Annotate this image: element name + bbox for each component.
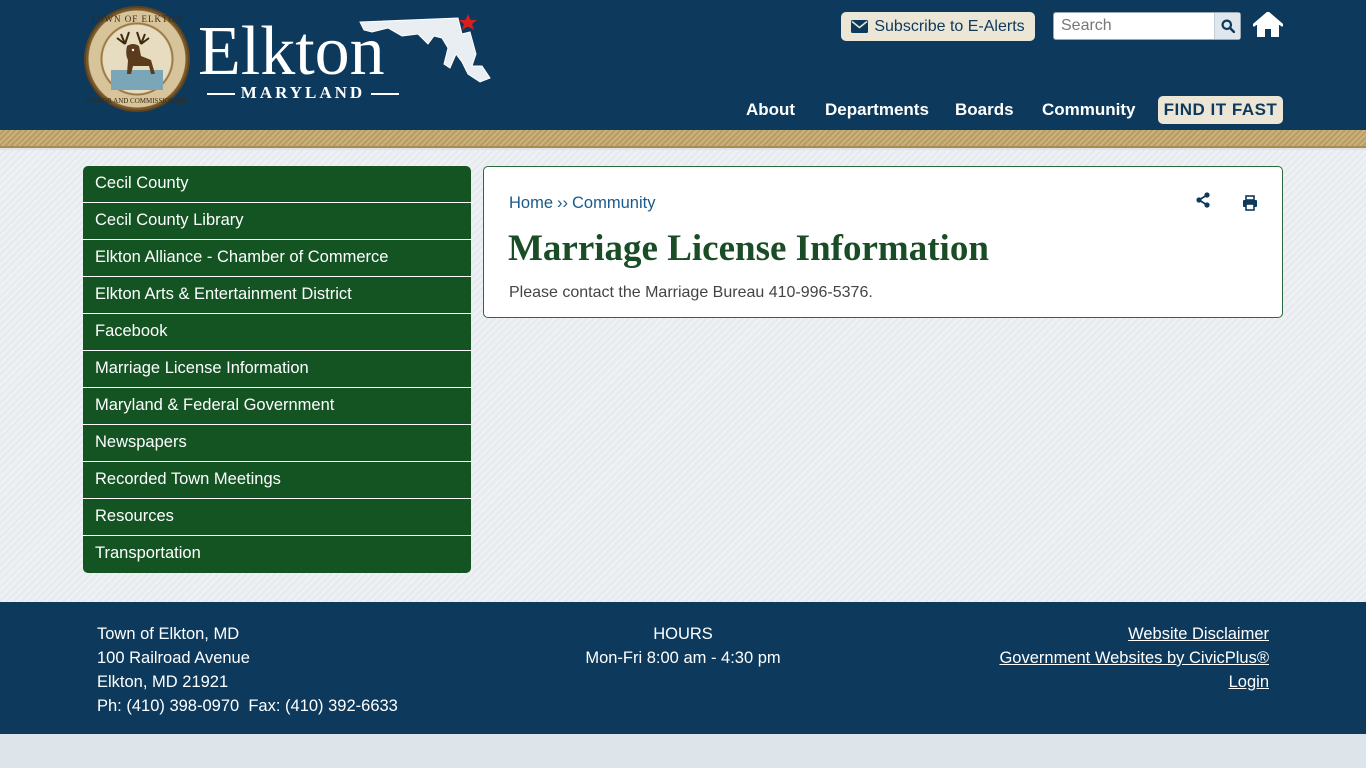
nav-departments[interactable]: Departments <box>825 96 929 124</box>
footer-hours: HOURS Mon-Fri 8:00 am - 4:30 pm <box>560 622 806 670</box>
sidebar-item-government[interactable]: Maryland & Federal Government <box>83 388 471 425</box>
breadcrumb-home[interactable]: Home <box>509 194 553 212</box>
site-footer: Town of Elkton, MD 100 Railroad Avenue E… <box>0 602 1366 734</box>
brand-name[interactable]: Elkton <box>198 12 385 92</box>
page-body-text: Please contact the Marriage Bureau 410-9… <box>509 284 873 301</box>
breadcrumb: Home ›› Community <box>509 194 655 213</box>
footer-address: Town of Elkton, MD 100 Railroad Avenue E… <box>97 622 398 718</box>
search-button[interactable] <box>1214 13 1240 39</box>
footer-hours-title: HOURS <box>653 625 713 643</box>
footer-hours-value: Mon-Fri 8:00 am - 4:30 pm <box>585 649 781 667</box>
print-icon[interactable] <box>1242 195 1258 211</box>
sidebar-item-cecil-county-library[interactable]: Cecil County Library <box>83 203 471 240</box>
search-input[interactable] <box>1054 13 1214 39</box>
footer-link-disclaimer[interactable]: Website Disclaimer <box>999 622 1269 646</box>
elk-icon <box>111 31 163 90</box>
brand-subtitle-text: MARYLAND <box>240 83 366 102</box>
envelope-icon <box>851 20 869 33</box>
footer-phone-fax: Ph: (410) 398-0970 Fax: (410) 392-6633 <box>97 697 398 715</box>
breadcrumb-separator: ›› <box>557 194 569 212</box>
header-stripe <box>0 130 1366 148</box>
sidebar-item-cecil-county[interactable]: Cecil County <box>83 166 471 203</box>
find-it-fast-button[interactable]: FIND IT FAST <box>1158 96 1283 124</box>
share-icon[interactable] <box>1195 192 1211 208</box>
nav-boards[interactable]: Boards <box>955 96 1014 124</box>
nav-about[interactable]: About <box>746 96 795 124</box>
footer-link-civicplus[interactable]: Government Websites by CivicPlus® <box>999 646 1269 670</box>
footer-city: Elkton, MD 21921 <box>97 673 229 691</box>
footer-links: Website Disclaimer Government Websites b… <box>999 622 1269 694</box>
site-header: TOWN OF ELKTON MAYOR AND COMMISSIONERS E… <box>0 0 1366 130</box>
home-icon[interactable] <box>1253 12 1283 38</box>
sidebar-item-marriage-license[interactable]: Marriage License Information <box>83 351 471 388</box>
sidebar-item-transportation[interactable]: Transportation <box>83 536 471 573</box>
bottom-band <box>0 734 1366 768</box>
search-icon <box>1221 19 1235 33</box>
seal-text-top: TOWN OF ELKTON <box>90 14 184 24</box>
subscribe-button[interactable]: Subscribe to E-Alerts <box>841 12 1035 41</box>
sidebar-item-town-meetings[interactable]: Recorded Town Meetings <box>83 462 471 499</box>
seal-text-bottom: MAYOR AND COMMISSIONERS <box>86 97 188 105</box>
town-seal-logo[interactable]: TOWN OF ELKTON MAYOR AND COMMISSIONERS <box>84 6 190 112</box>
footer-town-name: Town of Elkton, MD <box>97 625 240 643</box>
sidebar-item-elkton-alliance[interactable]: Elkton Alliance - Chamber of Commerce <box>83 240 471 277</box>
brand-subtitle: MARYLAND <box>200 83 406 103</box>
content-card: Home ›› Community Marriage License Informa… <box>483 166 1283 318</box>
subscribe-label: Subscribe to E-Alerts <box>874 17 1025 35</box>
nav-community[interactable]: Community <box>1042 96 1136 124</box>
sidebar-item-arts-district[interactable]: Elkton Arts & Entertainment District <box>83 277 471 314</box>
maryland-map-icon <box>359 14 491 83</box>
footer-link-login[interactable]: Login <box>999 670 1269 694</box>
breadcrumb-community[interactable]: Community <box>572 194 655 212</box>
sidebar-item-newspapers[interactable]: Newspapers <box>83 425 471 462</box>
sidebar-item-resources[interactable]: Resources <box>83 499 471 536</box>
sidebar-nav: Cecil County Cecil County Library Elkton… <box>83 166 471 573</box>
page-title: Marriage License Information <box>508 228 989 269</box>
footer-street: 100 Railroad Avenue <box>97 649 250 667</box>
search-box <box>1053 12 1241 40</box>
sidebar-item-facebook[interactable]: Facebook <box>83 314 471 351</box>
